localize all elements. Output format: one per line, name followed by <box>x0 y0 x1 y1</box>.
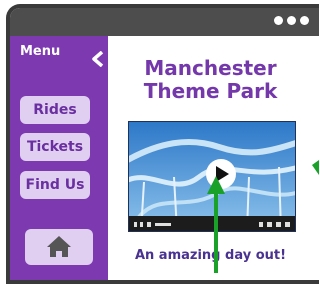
annotation-arrows <box>207 160 319 273</box>
arrow-partial-right <box>312 160 319 175</box>
arrow-up-head <box>207 176 225 194</box>
